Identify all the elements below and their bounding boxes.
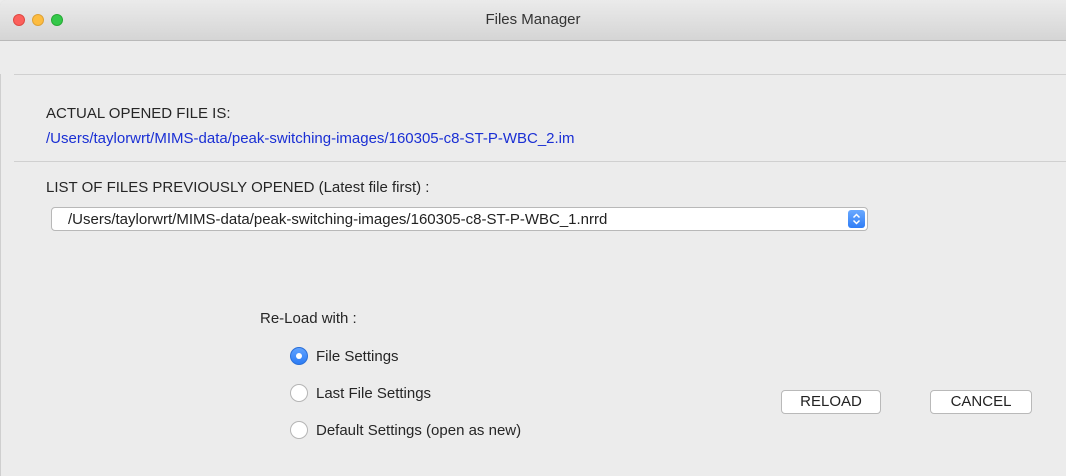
title-bar[interactable]: Files Manager (0, 0, 1066, 41)
current-file-heading: ACTUAL OPENED FILE IS: (46, 105, 231, 122)
reload-button[interactable]: RELOAD (781, 390, 881, 414)
updown-chevron-glyph (852, 213, 861, 225)
radio-file-settings[interactable] (290, 347, 308, 365)
previous-files-select[interactable]: /Users/taylorwrt/MIMS-data/peak-switchin… (51, 207, 868, 231)
top-divider (14, 74, 1066, 75)
middle-divider (14, 161, 1066, 162)
previous-files-selected-value: /Users/taylorwrt/MIMS-data/peak-switchin… (68, 211, 608, 228)
history-heading: LIST OF FILES PREVIOUSLY OPENED (Latest … (46, 179, 430, 196)
updown-chevron-icon[interactable] (848, 210, 865, 228)
toolbar-area (0, 41, 1066, 74)
radio-last-file-settings-label[interactable]: Last File Settings (316, 385, 431, 402)
current-file-path: /Users/taylorwrt/MIMS-data/peak-switchin… (46, 130, 575, 147)
radio-last-file-settings[interactable] (290, 384, 308, 402)
window-title: Files Manager (485, 11, 581, 28)
radio-default-settings[interactable] (290, 421, 308, 439)
cancel-button[interactable]: CANCEL (930, 390, 1032, 414)
reload-with-heading: Re-Load with : (260, 310, 357, 327)
files-manager-window: Files Manager ACTUAL OPENED FILE IS: /Us… (0, 0, 1066, 476)
radio-file-settings-label[interactable]: File Settings (316, 348, 399, 365)
radio-default-settings-label[interactable]: Default Settings (open as new) (316, 422, 521, 439)
